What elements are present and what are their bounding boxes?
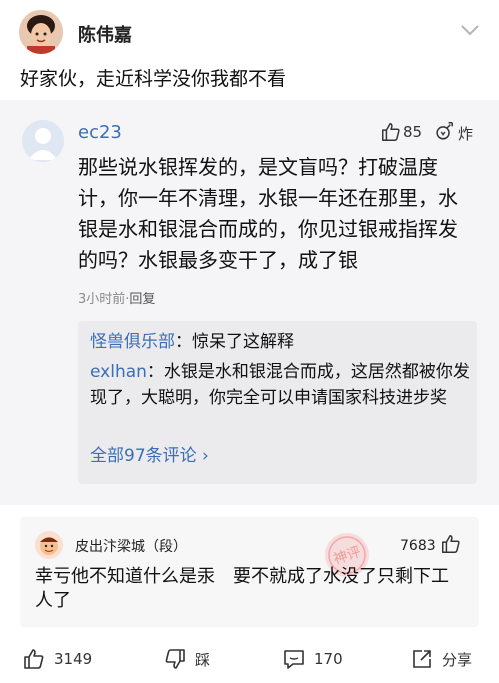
chevron-down-icon[interactable] (460, 22, 480, 36)
reply-user[interactable]: 怪兽俱乐部 (90, 332, 175, 352)
hot-comment-like-count: 7683 (400, 538, 436, 554)
share-icon (413, 650, 431, 668)
hot-comment-text: 幸亏他不知道什么是汞 要不就成了水没了只剩下工人了 (35, 566, 449, 611)
all-comments-link[interactable]: 全部97条评论 › (90, 441, 209, 466)
thumbs-down-icon (165, 649, 185, 669)
hot-commenter-avatar[interactable] (35, 531, 63, 559)
comment-count: 170 (314, 650, 343, 668)
dislike-label: 踩 (195, 650, 211, 669)
author-name[interactable]: 陈伟嘉 (78, 21, 132, 47)
reply-link[interactable]: 回复 (129, 292, 155, 307)
reply-item: exlhan：水银是水和银混合而成，这居然都被你发现了，大聪明，你完全可以申请国… (90, 362, 470, 408)
comment-button[interactable]: 170 (282, 646, 343, 672)
hot-commenter-name[interactable]: 皮出汴梁城（段） (75, 536, 187, 556)
reply-user[interactable]: exlhan (90, 362, 147, 382)
action-bar: 3149 踩 170 分享 (0, 636, 499, 683)
comment-time: 3小时前 (78, 292, 126, 307)
comment-body: 那些说水银挥发的，是文盲吗？打破温度计，你一年不清理，水银一年还在那里，水银是水… (78, 155, 458, 272)
dislike-button[interactable]: 踩 (163, 646, 210, 672)
thumbs-up-icon[interactable] (380, 121, 402, 143)
share-label: 分享 (442, 650, 473, 669)
like-count: 3149 (54, 650, 93, 668)
reply-text: 惊呆了这解释 (192, 332, 294, 352)
replies-box: 怪兽俱乐部：惊呆了这解释 exlhan：水银是水和银混合而成，这居然都被你发现了… (78, 321, 477, 484)
post-text: 好家伙，走近科学没你我都不看 (20, 68, 287, 90)
comment-fire-label[interactable]: 炸 (458, 123, 473, 144)
thumbs-up-icon[interactable] (440, 533, 462, 555)
like-button[interactable]: 3149 (22, 646, 92, 672)
bomb-icon[interactable] (433, 120, 457, 144)
commenter-name[interactable]: ec23 (78, 122, 122, 143)
comment-meta: 3小时前·回复 (78, 292, 156, 307)
commenter-avatar[interactable] (22, 120, 64, 162)
comment-like-count: 85 (403, 123, 423, 141)
author-avatar[interactable] (19, 10, 63, 54)
share-button[interactable]: 分享 (410, 646, 472, 672)
thumbs-up-icon (24, 649, 44, 669)
comment-icon (284, 650, 304, 669)
reply-item: 怪兽俱乐部：惊呆了这解释 (90, 332, 294, 352)
